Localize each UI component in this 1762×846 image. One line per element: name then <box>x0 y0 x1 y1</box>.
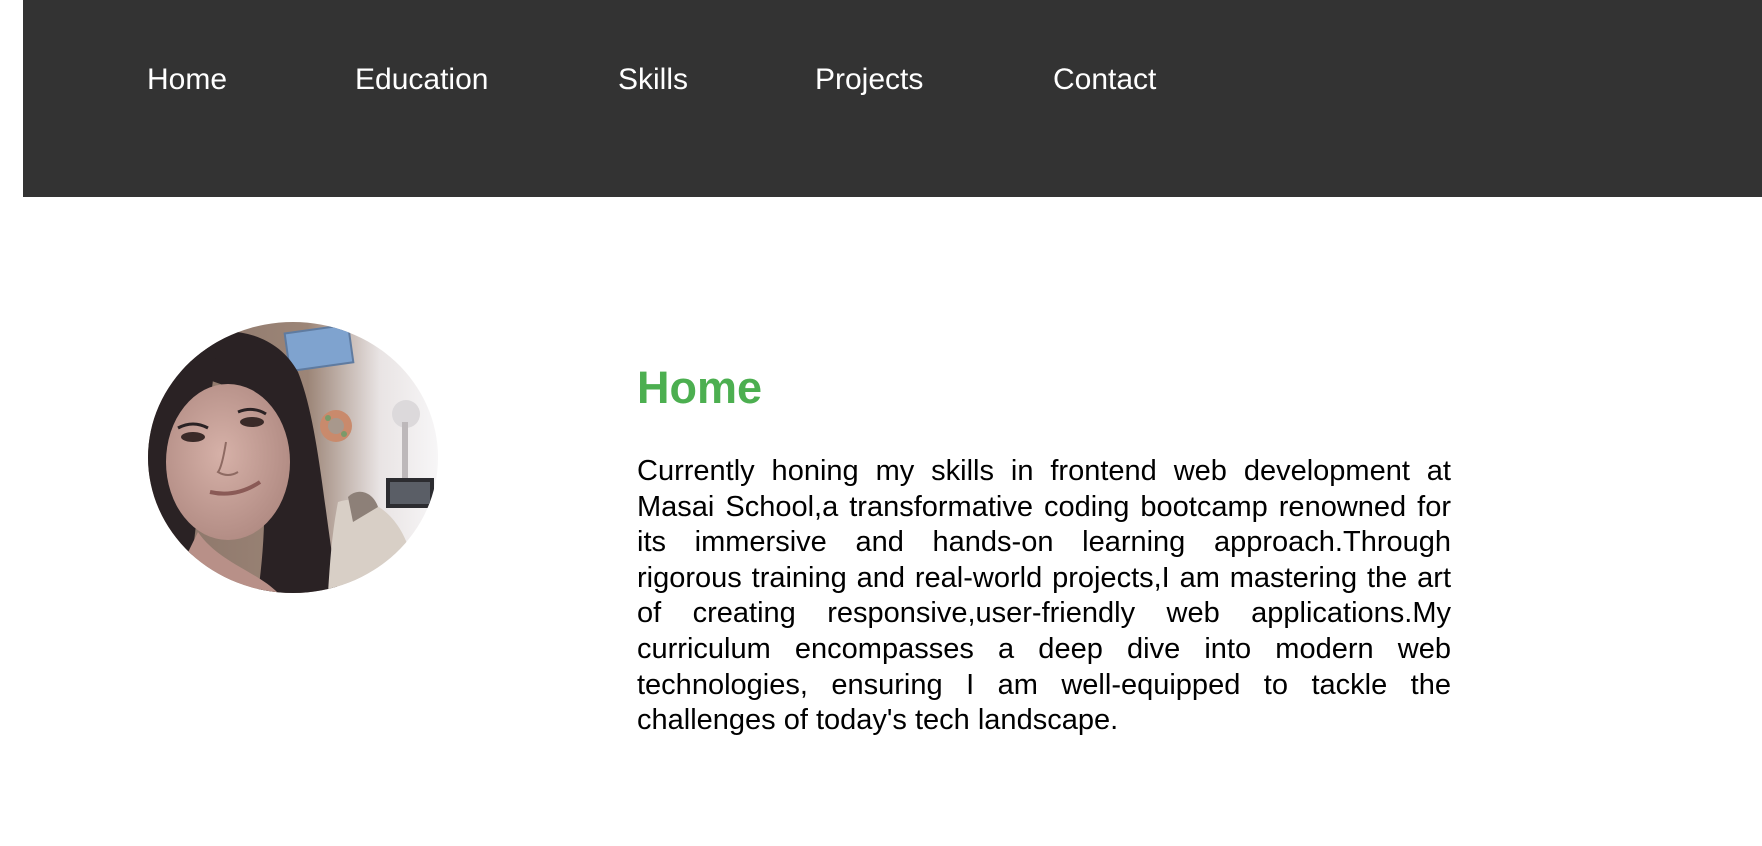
nav-link-education[interactable]: Education <box>355 58 488 102</box>
nav-link-contact[interactable]: Contact <box>1053 58 1156 102</box>
nav-link-skills[interactable]: Skills <box>618 58 688 102</box>
nav-link-home[interactable]: Home <box>147 58 227 102</box>
home-heading: Home <box>637 362 763 413</box>
profile-photo <box>148 322 438 593</box>
home-description: Currently honing my skills in frontend w… <box>637 455 1451 737</box>
navbar: Home Education Skills Projects Contact <box>23 0 1762 197</box>
nav-link-projects[interactable]: Projects <box>815 58 923 102</box>
